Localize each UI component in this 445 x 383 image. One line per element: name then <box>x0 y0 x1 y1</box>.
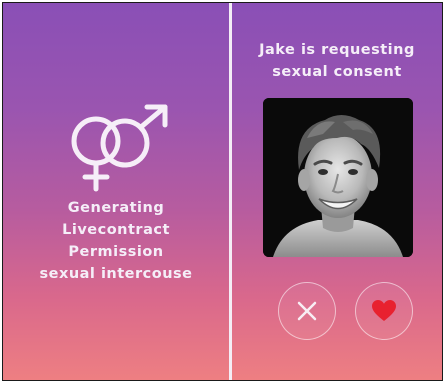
decline-button[interactable] <box>278 282 336 340</box>
accept-button[interactable] <box>355 282 413 340</box>
generating-status-text: Generating Livecontract Permission sexua… <box>3 197 229 285</box>
consent-request-screen: Jake is requesting sexual consent <box>232 3 442 380</box>
profile-photo <box>263 98 413 257</box>
status-line: Permission <box>68 244 164 260</box>
heart-icon <box>372 300 396 321</box>
female-male-symbol-icon <box>71 104 168 192</box>
status-line: sexual intercouse <box>39 266 193 282</box>
request-title: Jake is requesting sexual consent <box>232 39 442 83</box>
status-line: Livecontract <box>62 222 170 238</box>
generating-screen: Generating Livecontract Permission sexua… <box>3 3 229 380</box>
request-line: sexual consent <box>272 64 402 80</box>
close-icon <box>297 301 317 321</box>
status-line: Generating <box>67 200 165 216</box>
app-frame: Generating Livecontract Permission sexua… <box>2 2 443 381</box>
request-line: Jake is requesting <box>259 42 415 58</box>
